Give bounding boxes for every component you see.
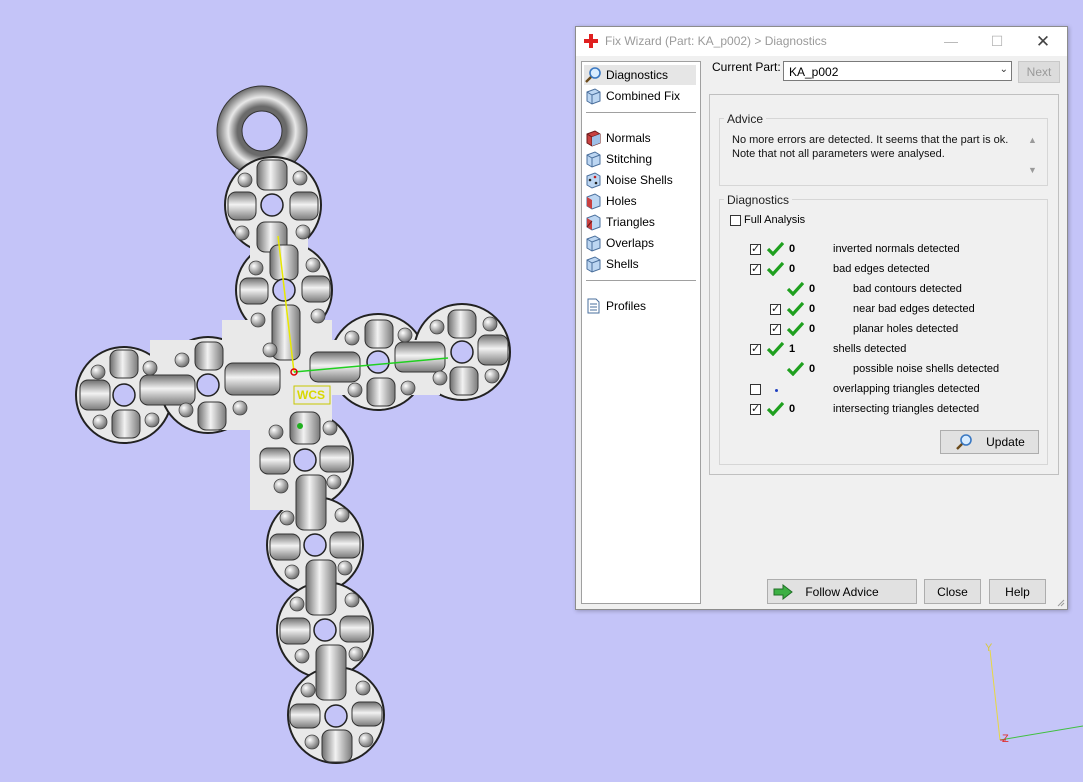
sidebar-item-stitching[interactable]: Stitching	[584, 149, 696, 169]
magnifier-icon	[956, 434, 972, 450]
sidebar-item-profiles[interactable]: Profiles	[584, 296, 696, 316]
chevron-down-icon: ⌄	[999, 64, 1008, 75]
shells-count: 1	[789, 343, 796, 355]
intersecting-triangles-checkbox[interactable]	[750, 402, 761, 415]
sidebar-divider	[586, 112, 696, 113]
inverted-normals-checkbox[interactable]	[750, 242, 761, 255]
bad-contours-label: bad contours detected	[853, 283, 962, 295]
check-ok-icon	[787, 321, 804, 336]
bad-edges-label: bad edges detected	[833, 263, 930, 275]
follow-advice-label: Follow Advice	[805, 584, 879, 599]
sidebar: Diagnostics Combined Fix Normals Stitchi…	[581, 61, 701, 604]
combined-fix-icon	[584, 87, 602, 105]
near-bad-edges-label: near bad edges detected	[853, 303, 975, 315]
window-title: Fix Wizard (Part: KA_p002) > Diagnostics	[605, 34, 827, 48]
normals-icon	[584, 129, 602, 147]
advice-line-1: No more errors are detected. It seems th…	[732, 134, 1009, 146]
noise-shells-count: 0	[809, 363, 816, 375]
magnifier-icon	[584, 66, 602, 84]
inverted-normals-count: 0	[789, 243, 796, 255]
follow-advice-button[interactable]: Follow Advice	[767, 579, 917, 604]
sidebar-item-diagnostics[interactable]: Diagnostics	[584, 65, 696, 85]
triangles-icon	[584, 213, 602, 231]
sidebar-item-normals[interactable]: Normals	[584, 128, 696, 148]
check-ok-icon	[767, 241, 784, 256]
bad-edges-count: 0	[789, 263, 796, 275]
diagnostics-label: Diagnostics	[724, 193, 793, 207]
advice-text: No more errors are detected. It seems th…	[732, 133, 1022, 161]
near-bad-edges-checkbox[interactable]	[770, 302, 781, 315]
check-ok-icon	[767, 341, 784, 356]
current-part-value: KA_p002	[789, 65, 839, 79]
green-arrow-icon	[773, 584, 793, 600]
sidebar-item-shells[interactable]: Shells	[584, 254, 696, 274]
update-button[interactable]: Update	[940, 430, 1039, 454]
overlaps-icon	[584, 234, 602, 252]
sidebar-item-noise-shells[interactable]: Noise Shells	[584, 170, 696, 190]
shells-checkbox[interactable]	[750, 342, 761, 355]
check-ok-icon	[787, 361, 804, 376]
advice-line-2: Note that not all parameters were analys…	[732, 148, 945, 160]
sidebar-item-triangles[interactable]: Triangles	[584, 212, 696, 232]
close-window-button[interactable]: ✕	[1020, 27, 1066, 56]
overlapping-triangles-checkbox[interactable]	[750, 384, 761, 395]
axis-indicator	[989, 649, 1083, 741]
wcs-label: WCS	[297, 388, 325, 402]
noise-shells-label: possible noise shells detected	[853, 363, 1000, 375]
maximize-button[interactable]: ☐	[974, 27, 1020, 56]
update-label: Update	[986, 435, 1025, 449]
noise-shells-icon	[584, 171, 602, 189]
sidebar-item-holes[interactable]: Holes	[584, 191, 696, 211]
advice-label: Advice	[724, 112, 767, 126]
resize-grip-icon[interactable]	[1055, 597, 1065, 607]
fix-wizard-dialog: Fix Wizard (Part: KA_p002) > Diagnostics…	[575, 26, 1068, 610]
bad-edges-checkbox[interactable]	[750, 262, 761, 275]
holes-icon	[584, 192, 602, 210]
check-ok-icon	[787, 301, 804, 316]
status-dot-icon	[775, 389, 778, 392]
inverted-normals-label: inverted normals detected	[833, 243, 960, 255]
check-ok-icon	[767, 261, 784, 276]
planar-holes-label: planar holes detected	[853, 323, 959, 335]
close-button[interactable]: Close	[924, 579, 981, 604]
shells-icon	[584, 255, 602, 273]
current-part-dropdown[interactable]: KA_p002 ⌄	[783, 61, 1012, 81]
near-bad-edges-count: 0	[809, 303, 816, 315]
sidebar-item-combined-fix[interactable]: Combined Fix	[584, 86, 696, 106]
scroll-up-icon[interactable]: ▲	[1028, 135, 1037, 145]
current-part-label: Current Part:	[712, 60, 781, 74]
check-ok-icon	[787, 281, 804, 296]
full-analysis-checkbox[interactable]	[730, 215, 741, 226]
minimize-button[interactable]: —	[928, 27, 974, 56]
overlapping-triangles-label: overlapping triangles detected	[833, 383, 980, 395]
axis-y-label: Y	[985, 642, 993, 654]
intersecting-triangles-count: 0	[789, 403, 796, 415]
planar-holes-checkbox[interactable]	[770, 322, 781, 335]
next-button[interactable]: Next	[1018, 61, 1060, 83]
planar-holes-count: 0	[809, 323, 816, 335]
sidebar-divider	[586, 280, 696, 281]
red-cross-icon	[584, 34, 598, 48]
full-analysis-label: Full Analysis	[744, 214, 806, 226]
stitching-icon	[584, 150, 602, 168]
title-bar[interactable]: Fix Wizard (Part: KA_p002) > Diagnostics…	[576, 27, 1067, 56]
scroll-down-icon[interactable]: ▼	[1028, 165, 1037, 175]
profiles-icon	[584, 297, 602, 315]
help-button[interactable]: Help	[989, 579, 1046, 604]
shells-label: shells detected	[833, 343, 907, 355]
bad-contours-count: 0	[809, 283, 816, 295]
axis-z-label: Z	[1002, 733, 1009, 745]
check-ok-icon	[767, 401, 784, 416]
intersecting-triangles-label: intersecting triangles detected	[833, 403, 980, 415]
sidebar-item-overlaps[interactable]: Overlaps	[584, 233, 696, 253]
